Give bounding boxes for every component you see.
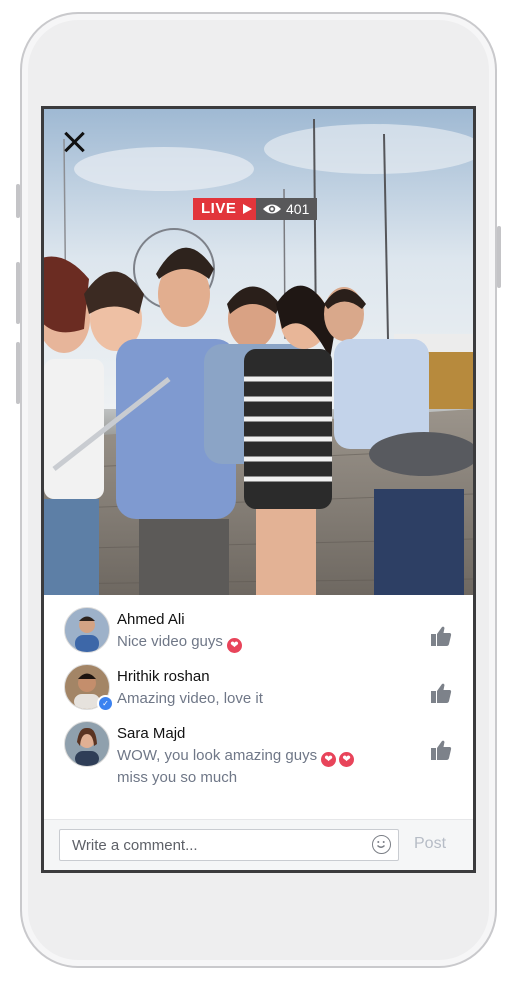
- video-scene: [44, 109, 473, 595]
- heart-icon: ❤: [321, 752, 337, 767]
- comment-body: Amazing video, love it: [117, 690, 263, 707]
- comment-body: WOW, you look amazing guys: [117, 747, 318, 764]
- comment-input[interactable]: Write a comment...: [59, 829, 399, 861]
- comment-text: WOW, you look amazing guys ❤ ❤ miss you so…: [117, 745, 397, 788]
- commenter-name[interactable]: Sara Majd: [117, 725, 185, 742]
- avatar-photo: [65, 608, 109, 652]
- live-label: LIVE: [201, 200, 237, 217]
- comment-text: Nice video guys ❤: [117, 631, 397, 653]
- post-button[interactable]: Post: [414, 835, 446, 853]
- avatar[interactable]: [64, 721, 110, 767]
- comment-text: Amazing video, love it: [117, 688, 397, 709]
- volume-down-button: [16, 342, 20, 404]
- avatar[interactable]: [64, 607, 110, 653]
- live-badge: LIVE: [193, 198, 259, 220]
- verified-icon: ✓: [97, 695, 114, 712]
- heart-icon: ❤: [339, 752, 355, 767]
- comment-body: Nice video guys: [117, 633, 223, 650]
- comment-item: Sara Majd WOW, you look amazing guys ❤ ❤ m…: [44, 719, 473, 799]
- avatar-photo: [65, 722, 109, 766]
- smile-icon[interactable]: [372, 835, 391, 854]
- comment-composer: Write a comment... Post: [44, 819, 473, 870]
- phone-screen: LIVE 401 Ahmed Ali Nice video guys ❤ ✓ H…: [41, 106, 476, 873]
- viewer-count: 401: [256, 198, 318, 220]
- heart-icon: ❤: [226, 638, 242, 653]
- comment-body-line2: miss you so much: [117, 769, 238, 786]
- close-icon[interactable]: [62, 129, 88, 155]
- power-button: [497, 226, 501, 288]
- live-video[interactable]: LIVE 401: [44, 109, 473, 595]
- play-icon: [243, 204, 253, 214]
- volume-up-button: [16, 262, 20, 324]
- comment-input-placeholder: Write a comment...: [72, 837, 198, 854]
- commenter-name[interactable]: Ahmed Ali: [117, 611, 185, 628]
- commenter-name[interactable]: Hrithik roshan: [117, 668, 210, 685]
- comment-item: Ahmed Ali Nice video guys ❤: [44, 605, 473, 661]
- viewer-count-value: 401: [286, 201, 310, 217]
- like-icon[interactable]: [430, 625, 452, 647]
- like-icon[interactable]: [430, 682, 452, 704]
- comment-item: ✓ Hrithik roshan Amazing video, love it: [44, 662, 473, 718]
- like-icon[interactable]: [430, 739, 452, 761]
- eye-icon: [263, 204, 281, 214]
- mute-switch: [16, 184, 20, 218]
